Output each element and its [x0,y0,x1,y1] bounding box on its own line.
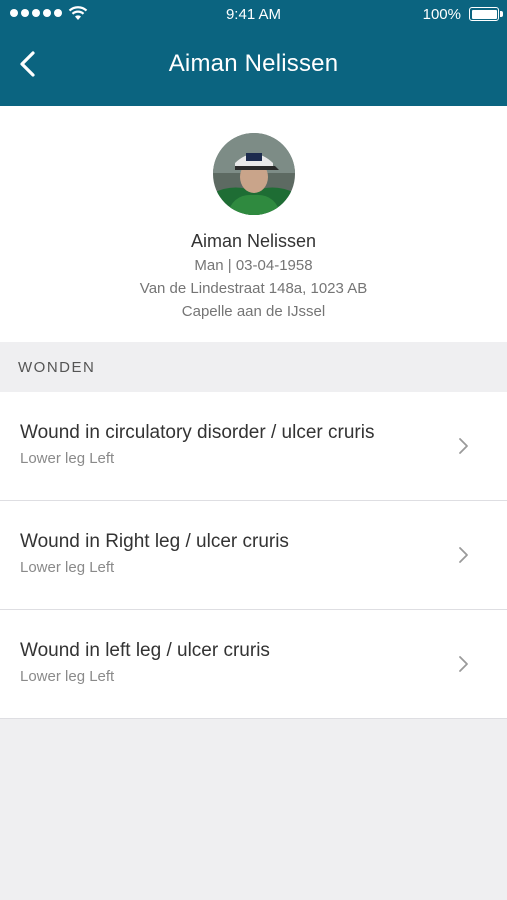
wound-location: Lower leg Left [20,450,115,467]
wound-list: Wound in circulatory disorder / ulcer cr… [0,392,507,719]
chevron-right-icon [459,656,468,672]
wound-title: Wound in circulatory disorder / ulcer cr… [20,422,375,443]
battery-percentage: 100% [422,6,461,23]
section-header-wounds: WONDEN [0,342,507,392]
avatar [213,133,295,215]
section-title: WONDEN [18,359,96,376]
battery-icon [469,7,503,21]
list-item[interactable]: Wound in left leg / ulcer cruris Lower l… [0,610,507,719]
wound-title: Wound in Right leg / ulcer cruris [20,531,289,552]
list-item[interactable]: Wound in circulatory disorder / ulcer cr… [0,392,507,501]
patient-profile: Aiman Nelissen Man | 03-04-1958 Van de L… [0,106,507,342]
patient-city: Capelle aan de IJssel [181,303,326,320]
wound-location: Lower leg Left [20,559,115,576]
patient-address: Van de Lindestraat 148a, 1023 AB [139,280,368,297]
patient-gender-dob: Man | 03-04-1958 [194,257,313,274]
app-header: 9:41 AM 100% Aiman Nelissen [0,0,507,106]
chevron-right-icon [459,438,468,454]
page-title: Aiman Nelissen [168,50,339,77]
status-bar: 9:41 AM 100% [0,0,507,30]
patient-name: Aiman Nelissen [190,231,317,251]
wound-location: Lower leg Left [20,668,115,685]
nav-bar: Aiman Nelissen [0,30,507,106]
list-item[interactable]: Wound in Right leg / ulcer cruris Lower … [0,501,507,610]
wound-title: Wound in left leg / ulcer cruris [20,640,270,661]
chevron-right-icon [459,547,468,563]
